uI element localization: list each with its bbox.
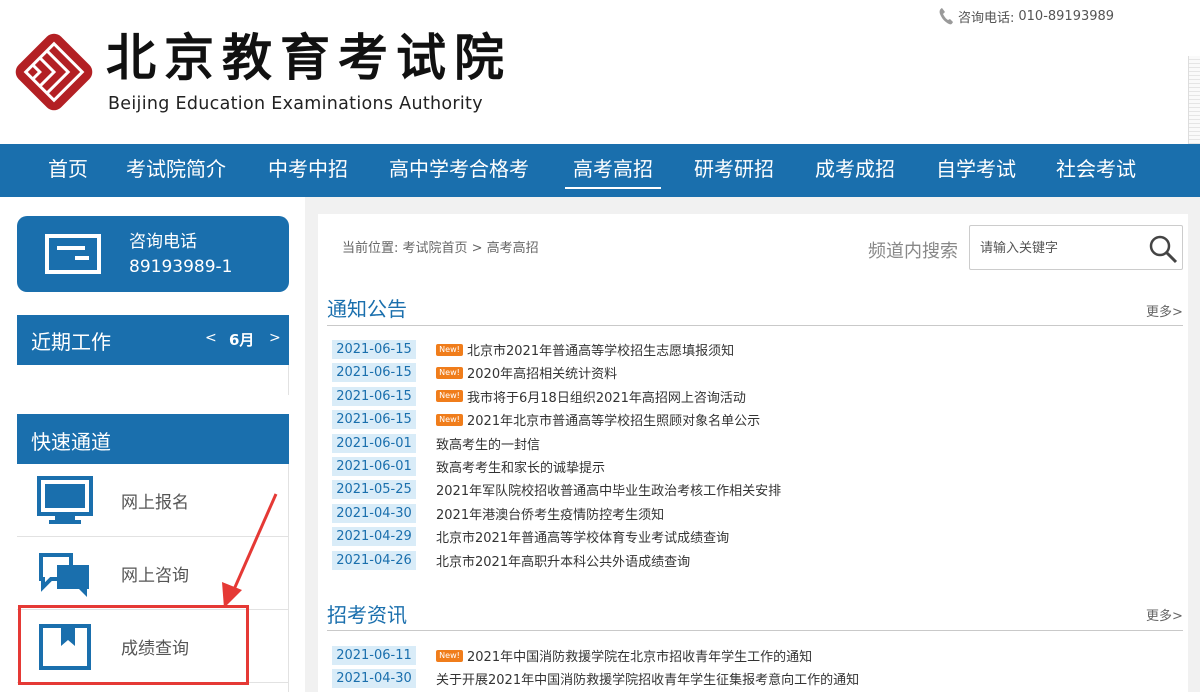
news-list-item[interactable]: 2021-04-30 关于开展2021年中国消防救援学院招收青年学生征集报考意向工… xyxy=(332,667,1182,690)
nav-item-home[interactable]: 首页 xyxy=(48,144,88,197)
news-list-item[interactable]: 2021-06-15 New! 北京市2021年普通高等学校招生志愿填报须知 xyxy=(332,338,1182,361)
breadcrumb: 当前位置: 考试院首页 > 高考高招 xyxy=(342,241,539,256)
news-title-link[interactable]: 2021年北京市普通高等学校招生照顾对象名单公示 xyxy=(467,410,760,429)
news-list-item[interactable]: 2021-06-15 New! 2020年高招相关统计资料 xyxy=(332,361,1182,384)
news-list-item[interactable]: 2021-06-15 New! 2021年北京市普通高等学校招生照顾对象名单公示 xyxy=(332,408,1182,431)
phone-icon xyxy=(939,8,953,25)
news-title-link[interactable]: 2021年中国消防救援学院在北京市招收青年学生工作的通知 xyxy=(467,646,812,665)
nav-item-gaokao[interactable]: 高考高招 xyxy=(565,144,661,197)
consult-phone-box[interactable]: 咨询电话 89193989-1 xyxy=(17,216,289,292)
section-title-notices[interactable]: 通知公告 xyxy=(327,293,407,322)
news-list-item[interactable]: 2021-06-15 New! 我市将于6月18日组织2021年高招网上咨询活动 xyxy=(332,385,1182,408)
nav-item-zhongkao[interactable]: 中考中招 xyxy=(268,144,348,197)
prev-month-button[interactable]: < xyxy=(205,330,217,346)
new-badge: New! xyxy=(436,413,463,426)
page-scrollbar[interactable] xyxy=(1188,56,1200,144)
news-date: 2021-06-15 xyxy=(332,386,416,406)
logo-icon[interactable] xyxy=(14,32,94,112)
news-date: 2021-06-01 xyxy=(332,457,416,476)
search-icon[interactable] xyxy=(1148,234,1178,264)
news-title-link[interactable]: 2021年港澳台侨考生疫情防控考生须知 xyxy=(436,504,664,523)
news-date: 2021-05-25 xyxy=(332,480,416,500)
logo-chinese-name[interactable]: 北京教育考试院 xyxy=(106,28,512,88)
nav-item-xuekao[interactable]: 高中学考合格考 xyxy=(389,144,529,197)
section-title-news[interactable]: 招考资讯 xyxy=(327,599,407,628)
monitor-icon xyxy=(37,476,93,524)
news-date: 2021-04-30 xyxy=(332,669,416,689)
recent-work-list xyxy=(17,365,289,395)
quick-item-label: 网上咨询 xyxy=(121,566,189,586)
news-date: 2021-04-26 xyxy=(332,550,416,570)
nav-item-chengkao[interactable]: 成考成招 xyxy=(815,144,895,197)
quick-item-label: 网上报名 xyxy=(121,493,189,513)
quick-access-header: 快速通道 xyxy=(17,414,289,464)
news-title-link[interactable]: 北京市2021年普通高等学校招生志愿填报须知 xyxy=(467,340,734,359)
news-title-link[interactable]: 关于开展2021年中国消防救援学院招收青年学生征集报考意向工作的通知 xyxy=(436,669,859,688)
more-link-notices[interactable]: 更多> xyxy=(1146,301,1183,320)
news-list-item[interactable]: 2021-04-29 北京市2021年普通高等学校体育专业考试成绩查询 xyxy=(332,525,1182,548)
news-list-item[interactable]: 2021-05-25 2021年军队院校招收普通高中毕业生政治考核工作相关安排 xyxy=(332,478,1182,501)
new-badge: New! xyxy=(436,343,463,356)
annotation-arrow-icon xyxy=(222,493,278,608)
news-list-item[interactable]: 2021-04-30 2021年港澳台侨考生疫情防控考生须知 xyxy=(332,502,1182,525)
news-list-item[interactable]: 2021-04-26 北京市2021年高职升本科公共外语成绩查询 xyxy=(332,549,1182,572)
nav-item-yankao[interactable]: 研考研招 xyxy=(694,144,774,197)
consult-phone-number: 89193989-1 xyxy=(129,257,233,277)
new-badge: New! xyxy=(436,366,463,379)
search-input[interactable] xyxy=(980,237,1140,259)
news-date: 2021-06-15 xyxy=(332,340,416,359)
logo-english-name: Beijing Education Examinations Authority xyxy=(108,94,483,114)
news-title-link[interactable]: 北京市2021年普通高等学校体育专业考试成绩查询 xyxy=(436,527,729,546)
news-date: 2021-06-15 xyxy=(332,410,416,430)
quick-access-title: 快速通道 xyxy=(31,430,111,454)
news-date: 2021-04-29 xyxy=(332,527,416,547)
recent-work-title: 近期工作 xyxy=(31,330,111,354)
header-phone: 咨询电话: 010-89193989 xyxy=(938,6,1114,26)
new-badge: New! xyxy=(436,649,463,662)
news-title-link[interactable]: 致高考生的一封信 xyxy=(436,434,540,453)
section-divider xyxy=(327,325,1183,326)
recent-work-header: 近期工作 < 6月 > xyxy=(17,315,289,365)
new-badge: New! xyxy=(436,390,463,403)
news-date: 2021-04-30 xyxy=(332,503,416,523)
news-date: 2021-06-11 xyxy=(332,646,416,665)
news-title-link[interactable]: 2021年军队院校招收普通高中毕业生政治考核工作相关安排 xyxy=(436,480,781,499)
news-list-item[interactable]: 2021-06-01 致高考生的一封信 xyxy=(332,432,1182,455)
header-phone-number: 010-89193989 xyxy=(1018,8,1115,24)
news-title-link[interactable]: 2020年高招相关统计资料 xyxy=(467,363,617,382)
news-title-link[interactable]: 北京市2021年高职升本科公共外语成绩查询 xyxy=(436,551,690,570)
site-header: 北京教育考试院 Beijing Education Examinations A… xyxy=(0,0,1200,144)
main-nav: 首页 考试院简介 中考中招 高中学考合格考 高考高招 研考研招 成考成招 自学考… xyxy=(0,144,1200,197)
nav-item-about[interactable]: 考试院简介 xyxy=(126,144,226,197)
nav-item-shehui[interactable]: 社会考试 xyxy=(1056,144,1136,197)
news-list-item[interactable]: 2021-06-01 致高考考生和家长的诚挚提示 xyxy=(332,455,1182,478)
channel-search-label: 频道内搜索 xyxy=(868,241,958,262)
annotation-highlight-box xyxy=(18,605,249,685)
channel-search xyxy=(969,225,1183,270)
header-phone-label: 咨询电话: xyxy=(958,10,1015,26)
news-date: 2021-06-15 xyxy=(332,363,416,383)
more-link-news[interactable]: 更多> xyxy=(1146,605,1183,624)
news-list-item[interactable]: 2021-06-11 New! 2021年中国消防救援学院在北京市招收青年学生工作的… xyxy=(332,644,1182,667)
chat-icon xyxy=(39,553,89,597)
section-divider xyxy=(327,630,1183,631)
news-title-link[interactable]: 我市将于6月18日组织2021年高招网上咨询活动 xyxy=(467,387,746,406)
news-date: 2021-06-01 xyxy=(332,433,416,453)
current-month: 6月 xyxy=(229,331,255,349)
news-title-link[interactable]: 致高考考生和家长的诚挚提示 xyxy=(436,457,605,476)
next-month-button[interactable]: > xyxy=(269,330,281,346)
consult-phone-label: 咨询电话 xyxy=(129,232,197,252)
card-icon xyxy=(45,234,101,274)
nav-item-zixue[interactable]: 自学考试 xyxy=(936,144,1016,197)
